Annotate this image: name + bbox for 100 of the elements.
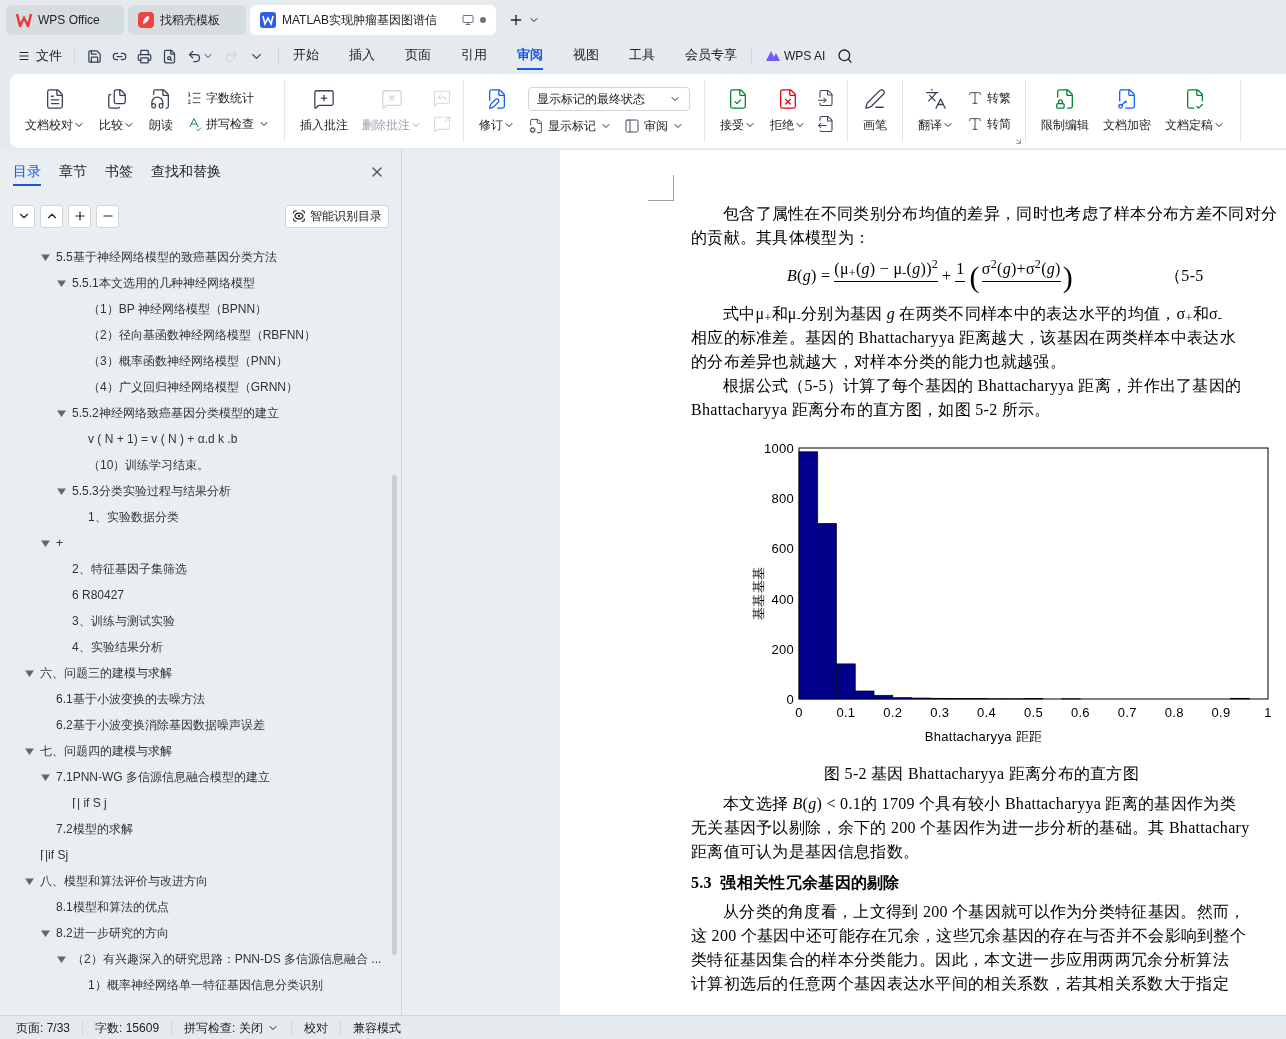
toc-entry[interactable]: 七、问题四的建模与求解	[40, 742, 172, 760]
expand-triangle-icon[interactable]	[25, 746, 34, 756]
ribbon-button[interactable]: 插入批注	[295, 88, 353, 134]
toc-entry[interactable]: 5.5.1本文选用的几种神经网络模型	[72, 274, 255, 292]
ribbon-button[interactable]: 文档校对	[20, 88, 90, 134]
toc-entry[interactable]: 7.1PNN-WG 多信源信息融合模型的建立	[56, 768, 270, 786]
status-item[interactable]: 校对	[303, 1018, 328, 1037]
markup-select[interactable]: 显示标记的最终状态	[528, 87, 690, 111]
toc-entry[interactable]: （10）训练学习结束。	[88, 456, 210, 474]
toc-entry[interactable]: 8.2进一步研究的方向	[56, 924, 169, 942]
expand-button[interactable]	[12, 204, 35, 228]
ribbon-button[interactable]: 画笔	[858, 88, 892, 134]
ribbon-button[interactable]: 字数统计	[186, 89, 270, 107]
window-tab[interactable]: WPS Office	[6, 5, 124, 35]
window-tab[interactable]: MATLAB实现肿瘤基因图谱信	[250, 5, 496, 35]
toc-entry[interactable]: 5.5基于神经网络模型的致癌基因分类方法	[56, 248, 277, 266]
toc-entry[interactable]: 6.2基于小波变换消除基因数据噪声误差	[56, 716, 265, 734]
toc-entry[interactable]: ⌈|if Sj	[40, 846, 69, 864]
toc-entry[interactable]: 3、训练与测试实验	[72, 612, 175, 630]
status-item[interactable]: 拼写检查: 关闭	[184, 1018, 279, 1037]
ribbon-button[interactable]: 拼写检查	[186, 115, 270, 133]
demote-button[interactable]	[96, 204, 119, 228]
ribbon-tab[interactable]: 视图	[573, 42, 599, 70]
ribbon-button[interactable]: 限制编辑	[1036, 88, 1094, 134]
ribbon-tab[interactable]: 引用	[461, 42, 487, 70]
quick-tool-button[interactable]	[162, 48, 177, 64]
collapse-button[interactable]	[40, 204, 63, 228]
expand-triangle-icon[interactable]	[41, 538, 50, 548]
dialog-launcher-icon[interactable]	[1014, 137, 1023, 146]
leaf-logo-icon	[138, 12, 154, 28]
expand-triangle-icon[interactable]	[57, 954, 66, 964]
status-item[interactable]: 页面: 7/33	[16, 1018, 71, 1037]
file-menu[interactable]: 文件	[18, 46, 62, 66]
toc-entry[interactable]: 八、模型和算法评价与改进方向	[40, 872, 208, 890]
ribbon-button[interactable]: 文档加密	[1098, 88, 1156, 134]
ribbon-button[interactable]: 朗读	[144, 88, 178, 134]
toc-entry[interactable]: （4）广义回归神经网络模型（GRNN）	[88, 378, 298, 396]
panel-tab[interactable]: 目录	[13, 158, 41, 186]
ribbon-button[interactable]: 转繁	[967, 89, 1011, 107]
expand-triangle-icon[interactable]	[25, 668, 34, 678]
expand-triangle-icon[interactable]	[25, 876, 34, 886]
toc-entry[interactable]: 4、实验结果分析	[72, 638, 163, 656]
icon-button[interactable]	[817, 89, 835, 107]
toc-entry[interactable]: 5.5.2神经网络致癌基因分类模型的建立	[72, 404, 279, 422]
ribbon-tab[interactable]: 开始	[293, 42, 319, 70]
toc-entry[interactable]: +	[56, 534, 63, 552]
search-icon[interactable]	[837, 48, 854, 64]
toc-entry[interactable]: ⌈| if S j	[72, 794, 107, 812]
promote-button[interactable]	[68, 204, 91, 228]
window-tab[interactable]: 找稻壳模板	[128, 5, 246, 35]
panel-tab[interactable]: 查找和替换	[151, 158, 221, 186]
toc-entry[interactable]: （1）BP 神经网络模型（BPNN）	[88, 300, 268, 318]
status-item[interactable]: 兼容模式	[352, 1018, 401, 1037]
ribbon-button[interactable]: 审阅	[624, 117, 684, 135]
toc-entry[interactable]: （2）有兴趣深入的研究思路：PNN-DS 多信源信息融合 ...	[72, 950, 382, 968]
panel-tab[interactable]: 书签	[105, 158, 133, 186]
ribbon-tab[interactable]: 工具	[629, 42, 655, 70]
icon-button[interactable]	[817, 115, 835, 133]
ribbon-button[interactable]: 翻译	[913, 88, 959, 134]
ribbon-button[interactable]: 拒绝	[765, 88, 811, 134]
expand-triangle-icon[interactable]	[41, 772, 50, 782]
toc-entry[interactable]: 5.5.3分类实验过程与结果分析	[72, 482, 231, 500]
ribbon-button[interactable]: 比较	[94, 88, 140, 134]
section-heading: 5.3 强相关性冗余基因的剔除	[691, 873, 901, 893]
ribbon-tab[interactable]: 会员专享	[685, 42, 737, 70]
quick-tool-button[interactable]	[187, 48, 214, 64]
quick-tool-button[interactable]	[87, 48, 102, 64]
toc-entry[interactable]: 6.1基于小波变换的去噪方法	[56, 690, 205, 708]
new-tab-icon[interactable]	[508, 12, 524, 28]
ribbon-tab[interactable]: 插入	[349, 42, 375, 70]
ai-button[interactable]: WPS AI	[766, 47, 826, 65]
panel-tab[interactable]: 章节	[59, 158, 87, 186]
toc-entry[interactable]: （3）概率函数神经网络模型（PNN）	[88, 352, 288, 370]
expand-triangle-icon[interactable]	[57, 486, 66, 496]
toc-entry[interactable]: 1、实验数据分类	[88, 508, 179, 526]
ribbon-tab[interactable]: 审阅	[517, 42, 543, 70]
scrollbar-thumb[interactable]	[392, 475, 397, 955]
ribbon-button[interactable]: 转简	[967, 115, 1011, 133]
expand-triangle-icon[interactable]	[41, 252, 50, 262]
status-item[interactable]: 字数: 15609	[95, 1018, 160, 1037]
toc-entry[interactable]: 6 R80427	[72, 586, 125, 604]
expand-triangle-icon[interactable]	[41, 928, 50, 938]
toc-entry[interactable]: 8.1模型和算法的优点	[56, 898, 169, 916]
toc-entry[interactable]: 2、特征基因子集筛选	[72, 560, 187, 578]
ribbon-tab[interactable]: 页面	[405, 42, 431, 70]
ribbon-button[interactable]: 文档定稿	[1160, 88, 1230, 134]
ribbon-button[interactable]: 修订	[474, 88, 520, 134]
page-corner-mark	[648, 175, 674, 201]
expand-triangle-icon[interactable]	[57, 408, 66, 418]
toc-entry[interactable]: 7.2模型的求解	[56, 820, 133, 838]
toc-entry[interactable]: 六、问题三的建模与求解	[40, 664, 172, 682]
toc-entry[interactable]: 1）概率神经网络单一特征基因信息分类识别	[88, 976, 323, 994]
expand-triangle-icon[interactable]	[57, 278, 66, 288]
smart-toc-button[interactable]: 智能识别目录	[285, 204, 389, 228]
ribbon-button[interactable]: 显示标记	[528, 117, 612, 135]
toc-entry[interactable]: v ( N + 1) = v ( N ) + α.d k .b	[88, 430, 238, 448]
toc-entry[interactable]: （2）径向基函数神经网络模型（RBFNN）	[88, 326, 316, 344]
quick-tool-button[interactable]	[137, 48, 152, 64]
key-file-icon	[1116, 88, 1138, 110]
ribbon-button[interactable]: 接受	[715, 88, 761, 134]
